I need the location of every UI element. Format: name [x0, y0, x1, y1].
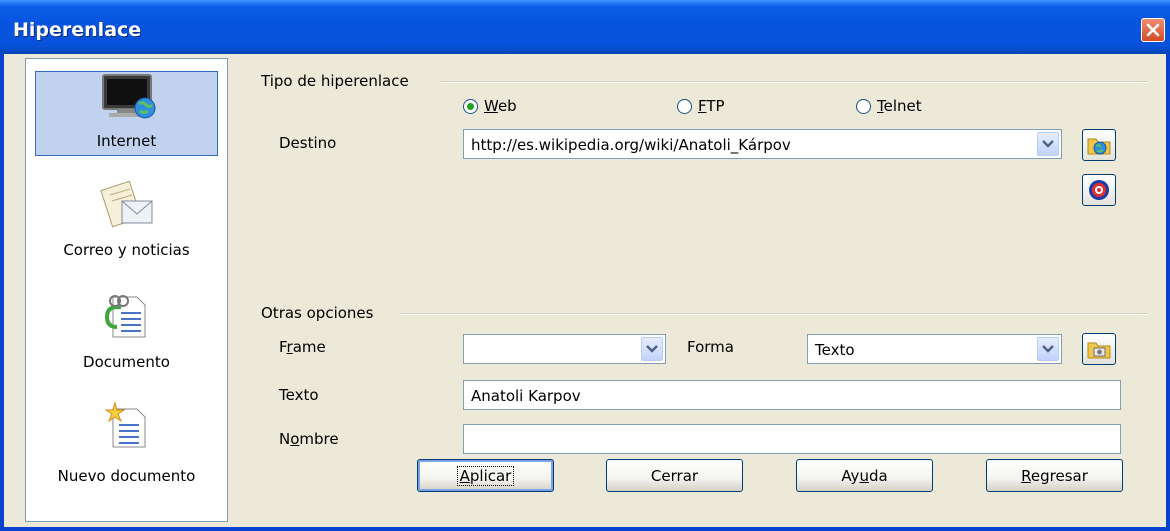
other-options-group-label: Otras opciones — [261, 304, 374, 322]
help-button[interactable]: Ayuda — [796, 459, 933, 492]
apply-label: Aplicar — [456, 465, 515, 486]
radio-circle — [856, 98, 871, 114]
category-internet[interactable]: Internet — [35, 71, 218, 156]
category-label: Nuevo documento — [57, 467, 196, 485]
name-label: Nombre — [279, 430, 339, 448]
text-value: Anatoli Karpov — [471, 387, 581, 405]
apply-button[interactable]: Aplicar — [417, 459, 554, 492]
radio-circle — [463, 98, 478, 114]
frame-label: Frame — [279, 338, 326, 356]
radio-web[interactable]: Web — [463, 97, 517, 115]
destination-label: Destino — [279, 134, 337, 152]
text-label: Texto — [279, 386, 319, 404]
events-button[interactable] — [1082, 333, 1116, 365]
close-window-button[interactable] — [1141, 18, 1165, 42]
chevron-down-icon — [1042, 140, 1054, 148]
category-label: Correo y noticias — [63, 241, 190, 259]
web-browser-folder-icon — [1087, 138, 1111, 155]
group-separator — [440, 81, 1147, 83]
radio-ftp[interactable]: FTP — [677, 97, 725, 115]
category-mail-news[interactable]: Correo y noticias — [35, 181, 218, 266]
radio-telnet[interactable]: Telnet — [856, 97, 922, 115]
mail-icon — [100, 181, 153, 228]
radio-label-ftp: FTP — [698, 97, 725, 115]
document-icon — [105, 295, 146, 338]
category-document[interactable]: Documento — [35, 291, 218, 376]
text-field[interactable]: Anatoli Karpov — [463, 380, 1121, 410]
radio-label-telnet: Telnet — [877, 97, 922, 115]
form-label: Forma — [687, 338, 734, 356]
dialog-body: Internet Correo y noticias Documento Nue… — [4, 54, 1166, 527]
close-label: Cerrar — [650, 466, 699, 485]
dropdown-button[interactable] — [1037, 132, 1059, 156]
internet-monitor-icon — [102, 74, 156, 119]
category-panel: Internet Correo y noticias Documento Nue… — [25, 58, 228, 522]
close-icon — [1146, 23, 1160, 37]
title-bar[interactable]: Hiperenlace — [0, 0, 1170, 54]
radio-label-web: Web — [484, 97, 517, 115]
target-icon — [1089, 180, 1109, 200]
destination-combo[interactable]: http://es.wikipedia.org/wiki/Anatoli_Kár… — [463, 129, 1062, 159]
back-label: Regresar — [1021, 466, 1088, 485]
frame-combo[interactable] — [463, 334, 666, 364]
open-web-browser-button[interactable] — [1082, 129, 1116, 161]
radio-dot — [467, 102, 474, 110]
radio-circle — [677, 98, 692, 114]
category-new-document[interactable]: Nuevo documento — [35, 401, 218, 486]
category-label: Documento — [83, 353, 170, 371]
chevron-down-icon — [1042, 345, 1054, 353]
help-label: Ayuda — [841, 466, 888, 485]
category-label: Internet — [96, 132, 157, 150]
dialog-title: Hiperenlace — [13, 19, 142, 41]
group-separator — [400, 313, 1147, 315]
dropdown-button[interactable] — [1037, 337, 1059, 361]
back-button[interactable]: Regresar — [986, 459, 1123, 492]
close-button[interactable]: Cerrar — [606, 459, 743, 492]
hyperlink-dialog: Hiperenlace Internet Correo y noticias D… — [0, 0, 1170, 531]
dropdown-button[interactable] — [641, 337, 663, 361]
events-folder-icon — [1087, 342, 1111, 359]
destination-value: http://es.wikipedia.org/wiki/Anatoli_Kár… — [471, 136, 791, 154]
hyperlink-type-group-label: Tipo de hiperenlace — [261, 72, 409, 90]
new-document-icon — [104, 401, 146, 448]
form-value: Texto — [815, 341, 855, 359]
name-field[interactable] — [463, 424, 1121, 454]
form-combo[interactable]: Texto — [807, 334, 1062, 364]
chevron-down-icon — [646, 345, 658, 353]
target-in-document-button[interactable] — [1082, 174, 1116, 206]
